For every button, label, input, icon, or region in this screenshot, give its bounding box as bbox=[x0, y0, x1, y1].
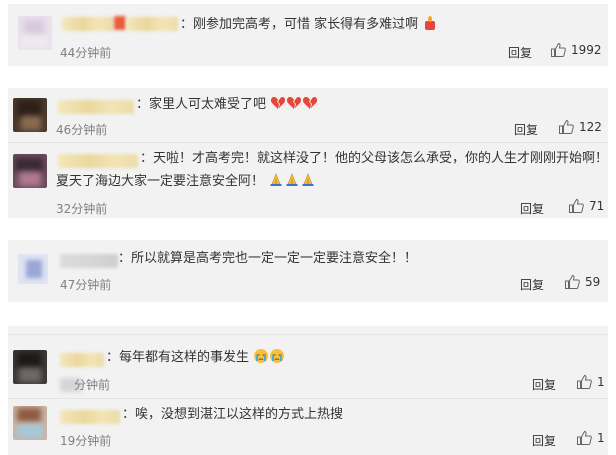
username[interactable] bbox=[58, 154, 138, 168]
like-count: 1992 bbox=[571, 43, 602, 57]
avatar[interactable] bbox=[13, 154, 47, 188]
like-button[interactable]: 1992 bbox=[550, 42, 602, 58]
comment-body: ：所以就算是高考完也一定一定一定要注意安全！！ bbox=[118, 251, 418, 266]
pray-emoji bbox=[300, 172, 316, 196]
comment-body: ：刚参加完高考，可惜 家长得有多难过啊 bbox=[180, 17, 419, 32]
like-count: 71 bbox=[589, 199, 605, 213]
reply-button[interactable]: 回复 bbox=[520, 276, 544, 293]
comment-card: ：刚参加完高考，可惜 家长得有多难过啊 44分钟前 回复 1992 bbox=[8, 4, 608, 66]
comment-time: 19分钟前 bbox=[60, 434, 112, 448]
avatar[interactable] bbox=[18, 254, 48, 284]
broken-heart-emoji bbox=[286, 95, 302, 119]
like-button[interactable]: 1 bbox=[576, 374, 605, 390]
comment-card: ：家里人可太难受了吧 46分钟前 回复 122 ：天啦！才高考完！就这样没了！他… bbox=[8, 88, 608, 218]
reply-button[interactable]: 回复 bbox=[532, 376, 556, 393]
username[interactable] bbox=[62, 17, 114, 31]
comment-body: ：家里人可太难受了吧 bbox=[136, 97, 267, 112]
reply-button[interactable]: 回复 bbox=[532, 432, 556, 449]
comment-card: ：所以就算是高考完也一定一定一定要注意安全！！ 47分钟前 回复 59 bbox=[8, 240, 608, 302]
user-badge bbox=[114, 16, 126, 30]
comment-text: ：家里人可太难受了吧 bbox=[136, 94, 318, 119]
comment-time: 分钟前 bbox=[74, 378, 111, 392]
avatar[interactable] bbox=[18, 16, 52, 50]
comment-time: 32分钟前 bbox=[56, 202, 108, 216]
like-button[interactable]: 122 bbox=[558, 119, 602, 135]
comment-body: 夏天了海边大家一定要注意安全阿！ bbox=[56, 174, 265, 189]
like-button[interactable]: 1 bbox=[576, 430, 605, 446]
like-button[interactable]: 71 bbox=[568, 198, 604, 214]
avatar[interactable] bbox=[13, 406, 47, 440]
username[interactable] bbox=[126, 17, 178, 31]
reply-button[interactable]: 回复 bbox=[514, 121, 538, 138]
comment-text: ：每年都有这样的事发生 bbox=[106, 347, 285, 372]
comment-card: ：每年都有这样的事发生 分钟前 回复 1 ：唉，没想到湛江以这样的方式上热搜 1… bbox=[8, 326, 608, 455]
comment-time: 47分钟前 bbox=[60, 278, 112, 292]
like-count: 1 bbox=[597, 431, 605, 445]
comment-text: ：刚参加完高考，可惜 家长得有多难过啊 bbox=[180, 14, 438, 39]
comment-body: ：每年都有这样的事发生 bbox=[106, 350, 250, 365]
like-count: 122 bbox=[579, 120, 602, 134]
broken-heart-emoji bbox=[270, 95, 286, 119]
comment-body: ：天啦！才高考完！就这样没了！他的父母该怎么承受，你的人生才刚刚开始啊！ bbox=[140, 151, 609, 166]
divider bbox=[8, 398, 608, 399]
like-count: 1 bbox=[597, 375, 605, 389]
reply-button[interactable]: 回复 bbox=[508, 44, 532, 61]
username[interactable] bbox=[60, 410, 120, 424]
thumbs-up-icon bbox=[569, 198, 584, 213]
comment-text: ：天啦！才高考完！就这样没了！他的父母该怎么承受，你的人生才刚刚开始啊！ bbox=[140, 148, 608, 170]
username[interactable] bbox=[60, 353, 104, 367]
comment-text: ：所以就算是高考完也一定一定一定要注意安全！！ bbox=[118, 248, 417, 270]
thumbs-up-icon bbox=[551, 42, 566, 57]
crying-emoji bbox=[253, 348, 269, 372]
divider bbox=[8, 142, 608, 143]
thumbs-up-icon bbox=[577, 430, 592, 445]
thumbs-up-icon bbox=[559, 119, 574, 134]
pray-emoji bbox=[268, 172, 284, 196]
avatar[interactable] bbox=[13, 350, 47, 384]
comment-time: 44分钟前 bbox=[60, 46, 112, 60]
crying-emoji bbox=[269, 348, 285, 372]
username[interactable] bbox=[58, 100, 134, 114]
candle-emoji bbox=[422, 15, 438, 39]
broken-heart-emoji bbox=[302, 95, 318, 119]
thumbs-up-icon bbox=[565, 274, 580, 289]
avatar[interactable] bbox=[13, 98, 47, 132]
reply-button[interactable]: 回复 bbox=[520, 200, 544, 217]
like-count: 59 bbox=[585, 275, 601, 289]
comment-body: ：唉，没想到湛江以这样的方式上热搜 bbox=[122, 407, 344, 422]
pray-emoji bbox=[284, 172, 300, 196]
comment-text: ：唉，没想到湛江以这样的方式上热搜 bbox=[122, 404, 343, 426]
thumbs-up-icon bbox=[577, 374, 592, 389]
username[interactable] bbox=[60, 254, 118, 268]
divider bbox=[8, 334, 608, 335]
comment-text-line2: 夏天了海边大家一定要注意安全阿！ bbox=[56, 171, 316, 196]
comment-time: 46分钟前 bbox=[56, 123, 108, 137]
like-button[interactable]: 59 bbox=[564, 274, 600, 290]
